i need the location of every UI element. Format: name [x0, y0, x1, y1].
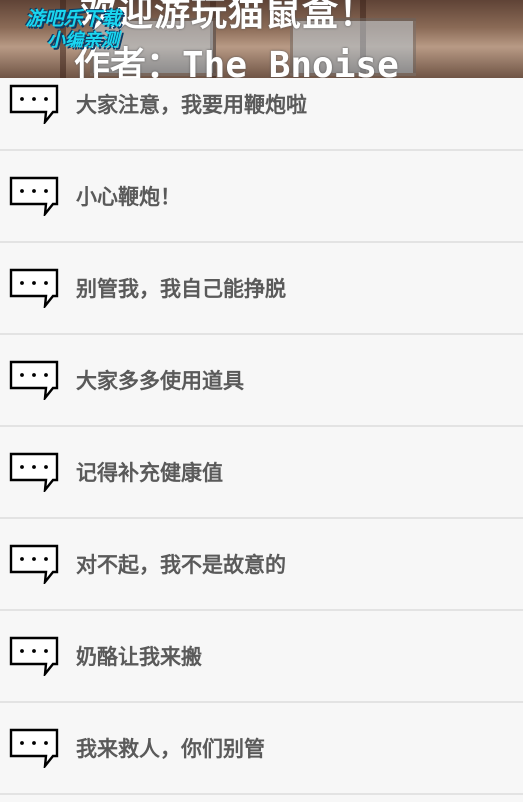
quick-message-label: 对不起，我不是故意的: [76, 553, 286, 577]
quick-message-item[interactable]: 记得补充健康值: [0, 427, 523, 519]
quick-message-item[interactable]: 别管我，我自己能挣脱: [0, 243, 523, 335]
quick-message-label: 小心鞭炮！: [76, 185, 181, 209]
quick-message-item[interactable]: 对不起，我不是故意的: [0, 519, 523, 611]
quick-message-item[interactable]: 小心鞭炮！: [0, 151, 523, 243]
chat-bubble-icon: [9, 360, 59, 400]
watermark-line-1: 游吧乐下载: [25, 8, 121, 30]
quick-message-label: 大家多多使用道具: [76, 369, 244, 393]
watermark-line-2: 小编亲测: [47, 30, 119, 51]
quick-message-item[interactable]: 大家多多使用道具: [0, 335, 523, 427]
quick-message-item[interactable]: 我来救人，你们别管: [0, 703, 523, 795]
chat-bubble-icon: [9, 636, 59, 676]
quick-message-list: 大家注意，我要用鞭炮啦 小心鞭炮！ 别管我，我自己能挣脱 大家多多使用道具 记得…: [0, 59, 523, 795]
watermark-logo: 游吧乐下载 小编亲测: [8, 8, 138, 52]
chat-bubble-icon: [9, 728, 59, 768]
quick-message-item[interactable]: 奶酪让我来搬: [0, 611, 523, 703]
quick-message-item[interactable]: 大家注意，我要用鞭炮啦: [0, 59, 523, 151]
chat-bubble-icon: [9, 544, 59, 584]
quick-message-label: 别管我，我自己能挣脱: [76, 277, 286, 301]
chat-bubble-icon: [9, 268, 59, 308]
quick-message-label: 我来救人，你们别管: [76, 737, 265, 761]
chat-bubble-icon: [9, 84, 59, 124]
quick-message-label: 奶酪让我来搬: [76, 645, 202, 669]
chat-bubble-icon: [9, 452, 59, 492]
chat-bubble-icon: [9, 176, 59, 216]
quick-message-label: 记得补充健康值: [76, 461, 223, 485]
quick-message-label: 大家注意，我要用鞭炮啦: [76, 93, 307, 117]
